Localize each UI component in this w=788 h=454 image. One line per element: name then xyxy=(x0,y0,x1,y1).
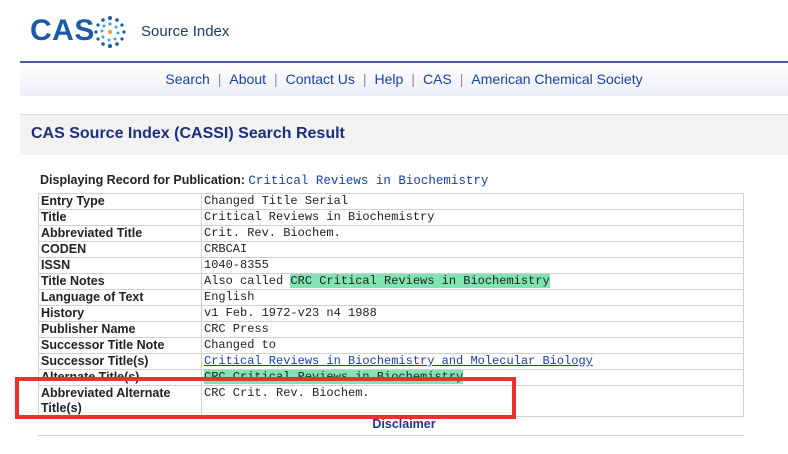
row-value: Crit. Rev. Biochem. xyxy=(201,225,744,242)
table-row: Successor Title(s) Critical Reviews in B… xyxy=(38,353,744,370)
table-row: ISSN 1040-8355 xyxy=(38,257,744,274)
row-value: Critical Reviews in Biochemistry and Mol… xyxy=(201,353,744,370)
row-label: Abbreviated Title xyxy=(38,225,202,242)
row-value: 1040-8355 xyxy=(201,257,744,274)
site-header: CAS Source Index xyxy=(0,0,788,62)
nav-separator: | xyxy=(411,71,415,87)
cas-logo[interactable]: CAS xyxy=(30,14,95,48)
nav-separator: | xyxy=(217,71,222,87)
row-value: CRC Critical Reviews in Biochemistry xyxy=(201,369,744,386)
nav-acs[interactable]: American Chemical Society xyxy=(471,71,642,87)
disclaimer-link[interactable]: Disclaimer xyxy=(20,417,788,431)
row-value: Also called CRC Critical Reviews in Bioc… xyxy=(201,273,744,290)
highlighted-text: CRC Critical Reviews in Biochemistry xyxy=(290,274,550,288)
row-label: Entry Type xyxy=(38,193,202,210)
nav-contact-us[interactable]: Contact Us xyxy=(286,71,355,87)
row-value: Changed Title Serial xyxy=(201,193,744,210)
row-label: Alternate Title(s) xyxy=(38,369,202,386)
row-label: CODEN xyxy=(38,241,202,258)
table-row: Publisher Name CRC Press xyxy=(38,321,744,338)
table-row: Abbreviated Alternate Title(s) CRC Crit.… xyxy=(38,385,744,417)
row-value: v1 Feb. 1972-v23 n4 1988 xyxy=(201,305,744,322)
product-name: Source Index xyxy=(141,23,230,40)
cas-dots-logo-icon xyxy=(94,16,126,48)
record-container: Displaying Record for Publication: Criti… xyxy=(20,155,788,454)
table-row: History v1 Feb. 1972-v23 n4 1988 xyxy=(38,305,744,322)
row-label: Publisher Name xyxy=(38,321,202,338)
divider xyxy=(38,435,744,436)
nav-separator: | xyxy=(362,71,367,87)
row-value: Critical Reviews in Biochemistry xyxy=(201,209,744,226)
table-row: Title Notes Also called CRC Critical Rev… xyxy=(38,273,744,290)
row-label: Successor Title Note xyxy=(38,337,202,354)
table-row: CODEN CRBCAI xyxy=(38,241,744,258)
row-label: Title Notes xyxy=(38,273,202,290)
row-label: ISSN xyxy=(38,257,202,274)
row-value: English xyxy=(201,289,744,306)
row-label: Abbreviated Alternate Title(s) xyxy=(38,385,202,417)
page-title: CAS Source Index (CASSI) Search Result xyxy=(31,125,345,142)
record-table: Entry Type Changed Title Serial Title Cr… xyxy=(38,193,744,417)
title-notes-prefix: Also called xyxy=(204,274,291,289)
table-row: Successor Title Note Changed to xyxy=(38,337,744,354)
nav-cas[interactable]: CAS xyxy=(423,71,452,87)
nav-about[interactable]: About xyxy=(229,71,266,87)
table-row: Title Critical Reviews in Biochemistry xyxy=(38,209,744,226)
nav-help[interactable]: Help xyxy=(375,71,404,87)
record-heading-label: Displaying Record for Publication: xyxy=(40,173,245,187)
table-row: Entry Type Changed Title Serial xyxy=(38,193,744,210)
table-row: Alternate Title(s) CRC Critical Reviews … xyxy=(38,369,744,386)
successor-title-link[interactable]: Critical Reviews in Biochemistry and Mol… xyxy=(204,355,593,369)
row-label: Title xyxy=(38,209,202,226)
row-value: Changed to xyxy=(201,337,744,354)
nav-search[interactable]: Search xyxy=(165,71,209,87)
nav-separator: | xyxy=(459,71,464,87)
table-row: Language of Text English xyxy=(38,289,744,306)
row-value: CRC Press xyxy=(201,321,744,338)
result-panel: CAS Source Index (CASSI) Search Result D… xyxy=(20,114,788,454)
top-nav: Search | About | Contact Us | Help | CAS | America… xyxy=(20,61,788,96)
table-row: Abbreviated Title Crit. Rev. Biochem. xyxy=(38,225,744,242)
publication-name: Critical Reviews in Biochemistry xyxy=(248,174,489,188)
row-value: CRBCAI xyxy=(201,241,744,258)
record-heading: Displaying Record for Publication: Criti… xyxy=(40,173,488,188)
row-label: Language of Text xyxy=(38,289,202,306)
row-label: Successor Title(s) xyxy=(38,353,202,370)
nav-separator: | xyxy=(274,71,278,87)
row-value: CRC Crit. Rev. Biochem. xyxy=(201,385,744,417)
row-label: History xyxy=(38,305,202,322)
highlighted-text: CRC Critical Reviews in Biochemistry xyxy=(204,370,464,384)
